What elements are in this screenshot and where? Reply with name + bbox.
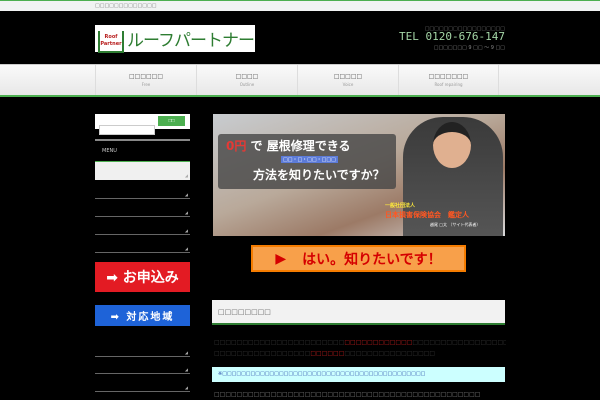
corner-arrow-icon: ◢ bbox=[184, 246, 188, 251]
apply-button[interactable]: ➡ お申込み bbox=[95, 262, 190, 292]
nav-label: □□□□□ bbox=[333, 73, 363, 80]
nav-item-outline[interactable]: □□□□ Outline bbox=[196, 65, 297, 95]
play-arrow-icon: ▶ bbox=[275, 250, 287, 267]
menu-title: MENU bbox=[102, 148, 117, 154]
banner-headline-2: 方法を知りたいですか？ bbox=[253, 168, 385, 182]
hero-banner[interactable]: 0円 で 屋根修理できる □□・□・□□・□□□ 方法を知りたいですか？ 一般社… bbox=[213, 114, 505, 236]
paragraph-line-2: □□□□□□□□□□□□□□□□□□□□□□□□□□□□□□□□□□□□□□□ bbox=[214, 350, 506, 357]
nav-sublabel: Voice bbox=[342, 82, 354, 87]
site-logo[interactable]: Roof Partner ルーフパートナー bbox=[95, 25, 255, 53]
highlight-text: □□□□□□□□□□□□ bbox=[344, 339, 413, 346]
section-heading: □□□□□□□□ bbox=[212, 300, 505, 325]
headline-rest: で 屋根修理できる bbox=[246, 139, 351, 153]
menu-item[interactable]: ◢ bbox=[95, 246, 190, 253]
logo-text: ルーフパートナー bbox=[127, 31, 255, 51]
nav-label: □□□□□□□ bbox=[428, 73, 469, 80]
text: □□□□□□□□□□□□□□□□□ bbox=[214, 350, 311, 357]
search-button[interactable]: □□ bbox=[158, 116, 185, 126]
corner-arrow-icon: ◢ bbox=[184, 367, 188, 372]
banner-subtag: □□・□・□□・□□□ bbox=[281, 156, 338, 163]
menu-item[interactable]: ◢ bbox=[95, 210, 190, 217]
text: □□□□□□□□□□□□□□□□ bbox=[344, 350, 436, 357]
house-logo-icon: Roof Partner bbox=[98, 30, 124, 53]
corner-arrow-icon: ◢ bbox=[184, 192, 188, 197]
menu-item[interactable]: ◢ bbox=[95, 385, 190, 392]
corner-arrow-icon: ◢ bbox=[184, 385, 188, 390]
header bbox=[0, 11, 600, 64]
corner-arrow-icon: ◢ bbox=[184, 228, 188, 233]
corner-arrow-icon: ◢ bbox=[184, 210, 188, 215]
org-name: 日本損害保険協会 鑑定人 bbox=[385, 211, 469, 219]
divider bbox=[95, 139, 190, 141]
search-form: □□ bbox=[95, 114, 190, 135]
phone-number[interactable]: TEL 0120-676-147 bbox=[399, 30, 505, 43]
cta-label: はい。知りたいです！ bbox=[302, 251, 442, 268]
nav-sublabel: Roof repairing bbox=[434, 82, 463, 87]
business-hours: □□□□□□□ 9 □□ ～ 9 □□ bbox=[433, 45, 505, 51]
zero-yen: 0円 bbox=[226, 139, 247, 153]
text: □□□□□□□□□□□□□□□□□□□□□□□□□□□□□□□ bbox=[412, 339, 506, 346]
menu-item[interactable]: ◢ bbox=[95, 367, 190, 374]
nav-label: □□□□ bbox=[235, 73, 259, 80]
nav-label: □□□□□□ bbox=[128, 73, 163, 80]
org-type: 一般社団法人 bbox=[385, 203, 416, 209]
nav-sublabel: Outline bbox=[239, 82, 255, 87]
nav-sublabel: Free bbox=[141, 82, 151, 87]
menu-item[interactable]: ◢ bbox=[95, 350, 190, 357]
nav-item-voice[interactable]: □□□□□ Voice bbox=[297, 65, 398, 95]
global-nav: □□□□□□ Free □□□□ Outline □□□□□ Voice □□□□□□… bbox=[0, 64, 600, 97]
highlight-text: □□□□□□ bbox=[310, 350, 345, 357]
menu-item[interactable]: ◢ bbox=[95, 228, 190, 235]
tagline: □□□□□□□□□□□□□ bbox=[95, 3, 157, 9]
paragraph-line-1: □□□□□□□□□□□□□□□□□□□□□□□□□□□□□□□□□□□□□□□□… bbox=[214, 339, 506, 346]
corner-arrow-icon: ◢ bbox=[184, 173, 188, 178]
person-name: 越尾 □太 （サイト代表者） bbox=[430, 222, 481, 227]
representative-face bbox=[433, 122, 471, 168]
notice-box: ※□□□□□□□□□□□□□□□□□□□□□□□□□□□□□□□□□□□□□□□… bbox=[212, 367, 505, 382]
top-bar: □□□□□□□□□□□□□ bbox=[0, 0, 600, 11]
text: □□□□□□□□□□□□□□□□□□□□□□□ bbox=[214, 339, 345, 346]
search-input[interactable] bbox=[99, 125, 155, 135]
nav-item-free[interactable]: □□□□□□ Free bbox=[95, 65, 196, 95]
corner-arrow-icon: ◢ bbox=[184, 350, 188, 355]
body-text: □□□□□□□□□□□□□□□□□□□□□□□□□□□□□□□□□□□□□□□□… bbox=[214, 391, 481, 398]
cta-button[interactable]: ▶ はい。知りたいです！ bbox=[251, 245, 466, 272]
nav-item-roof-repairing[interactable]: □□□□□□□ Roof repairing bbox=[398, 65, 499, 95]
banner-headline-1: 0円 で 屋根修理できる bbox=[226, 137, 350, 154]
service-area-button[interactable]: ➡ 対応地域 bbox=[95, 305, 190, 326]
menu-item[interactable]: ◢ bbox=[95, 192, 190, 199]
menu-item-active[interactable]: ◢ bbox=[95, 161, 190, 180]
